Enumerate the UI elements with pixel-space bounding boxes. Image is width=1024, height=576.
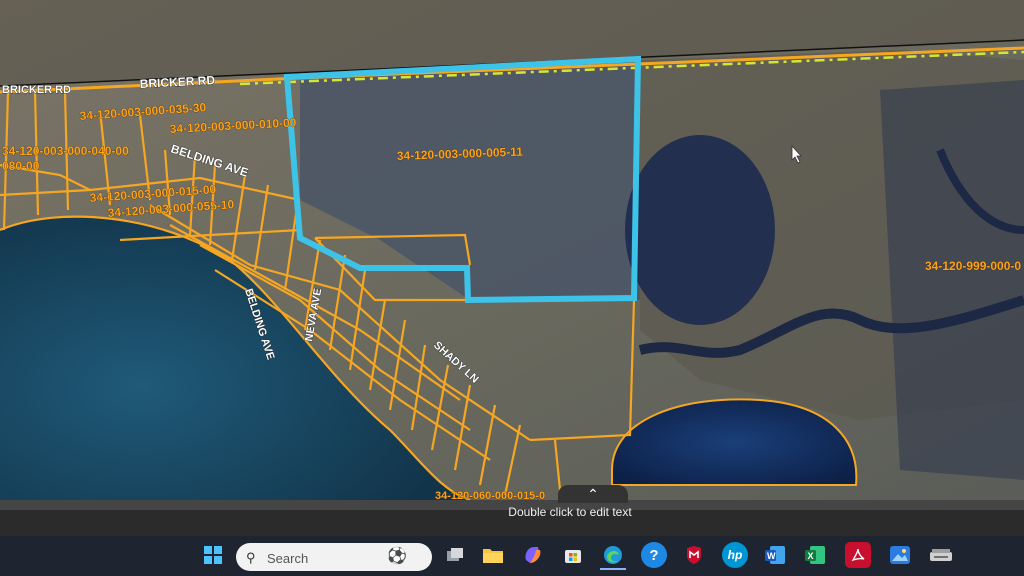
copilot-icon[interactable] (520, 542, 546, 568)
parcel-label: 34-120-999-000-0 (925, 259, 1021, 273)
parcel-label: 34-120-060-000-015-0 (435, 490, 545, 500)
excel-icon[interactable]: X (802, 542, 828, 568)
edge-icon[interactable] (600, 542, 626, 570)
windows-icon[interactable] (200, 542, 226, 568)
photos-icon[interactable] (887, 542, 913, 568)
screen: BRICKER RD BRICKER RD BELDING AVE BELDIN… (0, 0, 1024, 576)
status-message: Double click to edit text (508, 505, 632, 519)
parcel-label: 080-00 (2, 159, 40, 173)
svg-text:W: W (767, 551, 776, 561)
help-icon[interactable]: ? (641, 542, 667, 568)
search-icon: ⚲ (246, 550, 256, 565)
search-highlight-icon: ⚽ (387, 548, 407, 565)
file-explorer-icon[interactable] (480, 542, 506, 568)
chevron-up-icon: ⌃ (587, 486, 599, 502)
task-view-icon[interactable] (442, 542, 468, 568)
acrobat-icon[interactable] (845, 542, 871, 568)
word-icon[interactable]: W (762, 542, 788, 568)
mcafee-icon[interactable] (681, 542, 707, 568)
svg-text:X: X (808, 551, 814, 561)
scanner-icon[interactable] (928, 542, 954, 568)
forest-patch (880, 80, 1024, 480)
wetland (625, 135, 775, 325)
parcel-label: 34-120-003-000-040-00 (2, 144, 129, 158)
search-input[interactable]: Search (267, 551, 308, 566)
hp-icon[interactable]: hp (722, 542, 748, 568)
road-label: BRICKER RD (2, 84, 71, 96)
ms-store-icon[interactable] (560, 542, 586, 568)
aerial-parcel-map[interactable]: BRICKER RD BRICKER RD BELDING AVE BELDIN… (0, 0, 1024, 500)
collapse-panel-button[interactable]: ⌃ (558, 485, 628, 503)
